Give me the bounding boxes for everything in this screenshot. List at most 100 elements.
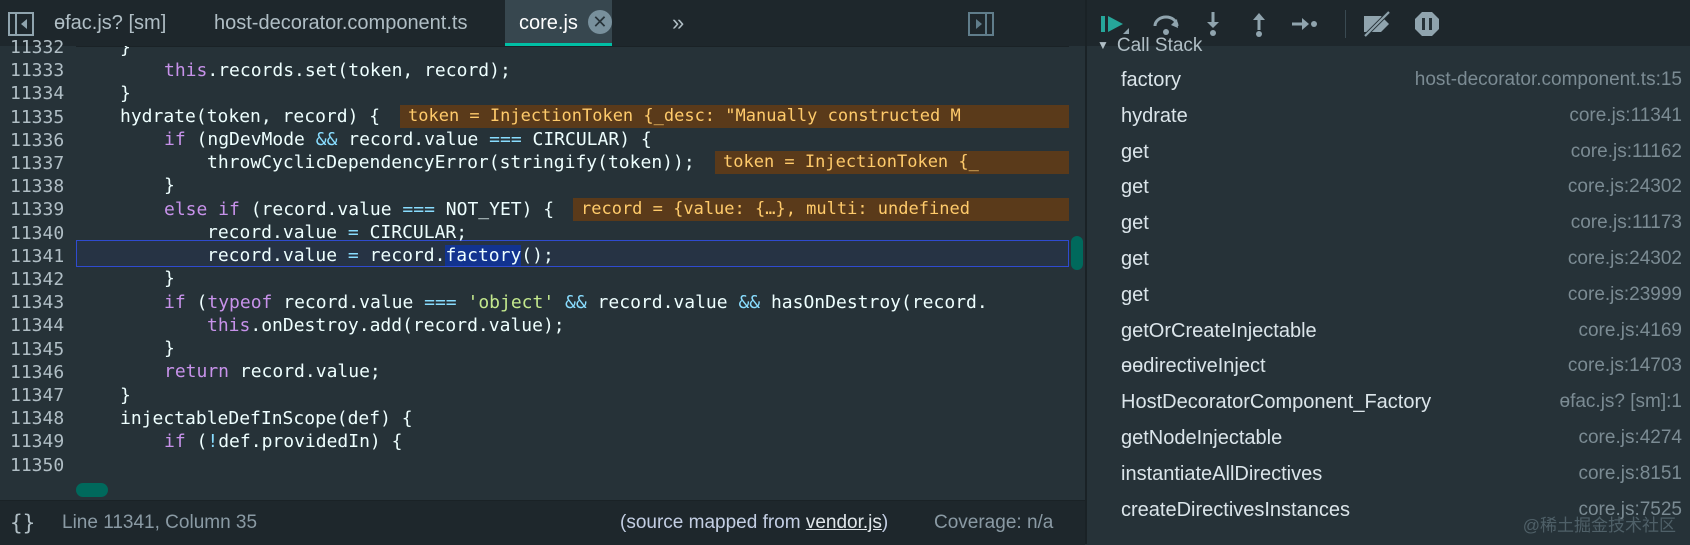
line-number[interactable]: 11348 — [0, 406, 70, 431]
frame-location[interactable]: ɵfac.js? [sm]:1 — [1560, 383, 1683, 421]
line-number[interactable]: 11342 — [0, 267, 70, 292]
frame-location[interactable]: core.js:24302 — [1568, 240, 1682, 278]
pause-on-exceptions-icon[interactable] — [1413, 10, 1441, 38]
tab-host-decorator[interactable]: host-decorator.component.ts — [214, 0, 467, 46]
frame-location[interactable]: core.js:4169 — [1578, 312, 1682, 350]
frame-function-name: get — [1121, 140, 1149, 163]
code-line: return record.value; — [164, 361, 381, 382]
watermark: @稀土掘金技术社区 — [1522, 516, 1676, 535]
frame-location[interactable]: core.js:11341 — [1569, 97, 1682, 135]
code-line: } — [120, 83, 131, 104]
frame-function-name: HostDecoratorComponent_Factory — [1121, 391, 1432, 414]
code-line: record.value = record.factory(); — [207, 245, 554, 266]
line-number[interactable]: 11344 — [0, 313, 70, 338]
step-icon[interactable] — [1289, 10, 1319, 38]
toggle-debugger-icon[interactable] — [968, 12, 994, 36]
toolbar-separator — [1345, 10, 1346, 38]
call-stack-frame[interactable]: hydrate core.js:11341 — [1087, 97, 1690, 135]
line-number[interactable]: 11334 — [0, 81, 70, 106]
scroll-thumb[interactable] — [1071, 236, 1083, 270]
tab-fac-js[interactable]: ɵfac.js? [sm] — [54, 0, 166, 46]
line-number[interactable]: 11347 — [0, 383, 70, 408]
line-number[interactable]: 11337 — [0, 151, 70, 176]
step-over-icon[interactable] — [1151, 10, 1181, 38]
code-area[interactable]: } this.records.set(token, record); } hyd… — [76, 46, 1069, 500]
line-number[interactable]: 11345 — [0, 337, 70, 362]
call-stack-header[interactable]: ▼ Call Stack — [1097, 36, 1202, 56]
line-number[interactable]: 11340 — [0, 221, 70, 246]
more-tabs-icon[interactable]: » — [672, 0, 684, 46]
code-line: throwCyclicDependencyError(stringify(tok… — [207, 152, 695, 173]
frame-function-name: factory — [1121, 69, 1182, 91]
code-line: if (typeof record.value === 'object' && … — [164, 292, 988, 313]
tab-core-js[interactable]: core.js ✕ — [505, 0, 612, 46]
toggle-navigator-icon[interactable] — [8, 12, 34, 36]
frame-function-name: hydrate — [1121, 104, 1188, 127]
call-stack-frame[interactable]: getOrCreateInjectable core.js:4169 — [1087, 312, 1690, 350]
step-into-icon[interactable] — [1199, 10, 1227, 38]
line-number[interactable]: 11338 — [0, 174, 70, 199]
code-line: } — [164, 268, 175, 289]
frame-location[interactable]: host-decorator.component.ts:15 — [1415, 61, 1682, 99]
frame-function-name: get — [1121, 212, 1149, 235]
selected-word: factory — [445, 245, 522, 266]
line-number[interactable]: 11341 — [0, 244, 70, 269]
line-number[interactable]: 11332 — [0, 35, 70, 60]
source-map-info: (source mapped from vendor.js) — [620, 501, 888, 545]
call-stack-frame[interactable]: get core.js:23999 — [1087, 276, 1690, 314]
debugger-pane: ▼ Call Stack factory host-decorator.compon… — [1087, 0, 1690, 544]
code-line: } — [164, 338, 175, 359]
inline-value-token: token = InjectionToken {_ — [715, 151, 1069, 174]
source-prefix: (source mapped from — [620, 512, 806, 533]
frame-location[interactable]: core.js:11173 — [1571, 204, 1682, 242]
frame-function-name: ɵɵdirectiveInject — [1121, 355, 1266, 378]
tab-bar: ɵfac.js? [sm] host-decorator.component.t… — [0, 0, 1085, 47]
line-number[interactable]: 11336 — [0, 128, 70, 153]
frame-location[interactable]: core.js:14703 — [1568, 347, 1682, 385]
horizontal-scroll-thumb[interactable] — [76, 483, 108, 497]
code-line: } — [120, 46, 131, 58]
inline-value-token: token = InjectionToken {_desc: "Manually… — [400, 105, 1069, 128]
call-stack-frame[interactable]: ɵɵdirectiveInject core.js:14703 — [1087, 347, 1690, 385]
frame-function-name: getNodeInjectable — [1121, 427, 1283, 449]
line-number-gutter[interactable]: 11332 11333 11334 11335 11336 11337 11338 11339… — [0, 37, 76, 500]
call-stack-frame[interactable]: get core.js:24302 — [1087, 168, 1690, 206]
pretty-print-icon[interactable]: {} — [10, 501, 35, 545]
inline-value-record: record = {value: {…}, multi: undefined — [573, 198, 1069, 221]
frame-function-name: instantiateAllDirectives — [1121, 462, 1323, 485]
code-line: } — [120, 385, 131, 406]
line-number[interactable]: 11346 — [0, 360, 70, 385]
call-stack-frame[interactable]: get core.js:24302 — [1087, 240, 1690, 278]
frame-location[interactable]: core.js:11162 — [1571, 133, 1682, 171]
line-number[interactable]: 11335 — [0, 105, 70, 130]
coverage-status: Coverage: n/a — [934, 512, 1054, 533]
code-line: injectableDefInScope(def) { — [120, 408, 413, 429]
close-icon[interactable]: ✕ — [587, 9, 612, 34]
line-number[interactable]: 11350 — [0, 453, 70, 478]
call-stack-frame[interactable]: HostDecoratorComponent_Factory ɵfac.js? [… — [1087, 383, 1690, 421]
frame-location[interactable]: core.js:24302 — [1568, 168, 1682, 206]
frame-location[interactable]: core.js:23999 — [1568, 276, 1682, 314]
step-out-icon[interactable] — [1245, 10, 1273, 38]
line-number[interactable]: 11339 — [0, 197, 70, 222]
call-stack-frame[interactable]: get core.js:11173 — [1087, 204, 1690, 242]
line-number[interactable]: 11343 — [0, 290, 70, 315]
vertical-scrollbar[interactable] — [1069, 46, 1085, 500]
call-stack-frame[interactable]: factory host-decorator.component.ts:15 — [1087, 61, 1690, 99]
call-stack-frame[interactable]: instantiateAllDirectives core.js:8151 — [1087, 455, 1690, 493]
frame-location[interactable]: core.js:4274 — [1578, 419, 1682, 457]
line-number[interactable]: 11349 — [0, 429, 70, 454]
tab-label: core.js — [519, 12, 578, 34]
frame-location[interactable]: core.js:8151 — [1578, 455, 1682, 493]
call-stack-frame[interactable]: get core.js:11162 — [1087, 133, 1690, 171]
frame-function-name: createDirectivesInstances — [1121, 498, 1350, 521]
call-stack-frame[interactable]: getNodeInjectable core.js:4274 — [1087, 419, 1690, 457]
source-link[interactable]: vendor.js — [806, 512, 882, 533]
code-line: hydrate(token, record) { — [120, 106, 381, 127]
deactivate-breakpoints-icon[interactable] — [1361, 10, 1393, 38]
code-line: } — [164, 175, 175, 196]
frame-function-name: get — [1121, 176, 1149, 199]
resume-icon[interactable] — [1099, 10, 1133, 38]
tab-label: ɵfac.js? [sm] — [54, 12, 167, 34]
line-number[interactable]: 11333 — [0, 58, 70, 83]
